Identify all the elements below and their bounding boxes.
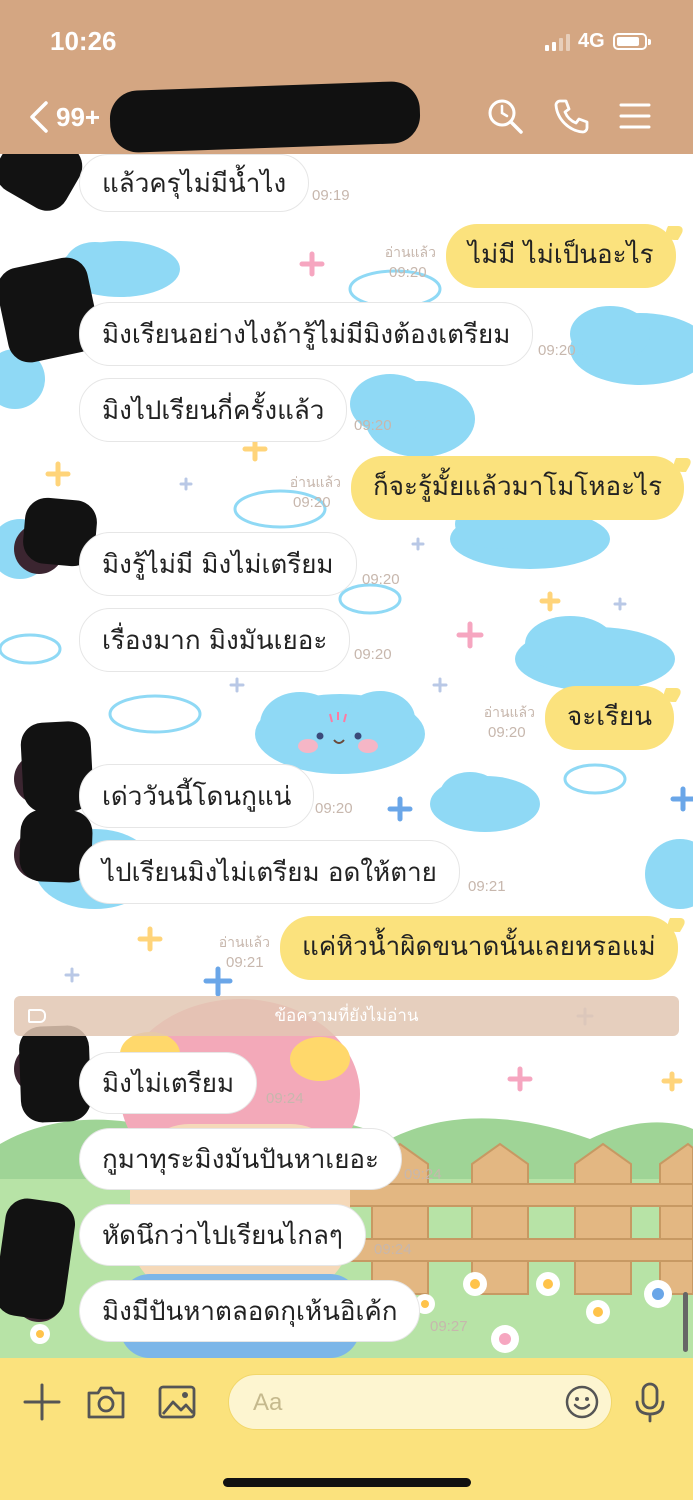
message-time: 09:20 (389, 264, 427, 281)
home-indicator (223, 1478, 471, 1487)
read-receipt: อ่านแล้ว (218, 935, 270, 951)
read-receipt: อ่านแล้ว (289, 475, 341, 491)
message-time: 09:20 (354, 417, 392, 434)
read-receipt: อ่านแล้ว (384, 245, 436, 261)
message-time: 09:24 (404, 1166, 442, 1183)
message-time: 09:19 (312, 187, 350, 204)
message-time: 09:24 (266, 1090, 304, 1107)
unread-divider: ข้อความที่ยังไม่อ่าน (14, 996, 679, 1036)
image-icon[interactable] (155, 1380, 199, 1424)
message-bubble-outgoing[interactable]: แค่หิวน้ำผิดขนาดนั้นเลยหรอแม่ (280, 916, 678, 980)
message-bubble-outgoing[interactable]: จะเรียน (545, 686, 675, 750)
chat-area[interactable]: แล้วครุไม่มีน้ำไง 09:19 ไม่มี ไม่เป็นอะไ… (0, 154, 693, 1358)
message-bubble-incoming[interactable]: เรื่องมาก มิงมันเยอะ (79, 608, 351, 672)
battery-icon (612, 33, 651, 50)
chat-header: 99+ (0, 80, 693, 154)
message-bubble-incoming[interactable]: มิงมีปันหาตลอดกุเห้นอิเค้ก (79, 1280, 421, 1342)
message-time: 09:27 (430, 1318, 468, 1335)
phone-icon[interactable] (552, 96, 592, 136)
plus-icon[interactable] (20, 1380, 64, 1424)
message-time: 09:20 (362, 571, 400, 588)
message-bubble-incoming[interactable]: มิงรู้ไม่มี มิงไม่เตรียม (79, 532, 357, 596)
message-bubble-incoming[interactable]: กูมาทุระมิงมันปันหาเยอะ (79, 1128, 403, 1190)
menu-icon[interactable] (615, 96, 655, 136)
message-input[interactable]: Aa (228, 1374, 612, 1430)
network-status: 4G (545, 30, 651, 53)
message-time: 09:20 (293, 494, 331, 511)
message-bubble-incoming[interactable]: ไปเรียนมิงไม่เตรียม อดให้ตาย (79, 840, 460, 904)
camera-icon[interactable] (84, 1380, 128, 1424)
search-icon[interactable] (485, 96, 525, 136)
message-input-placeholder: Aa (253, 1389, 283, 1416)
message-time: 09:20 (538, 342, 576, 359)
signal-icon (545, 33, 570, 51)
read-receipt: อ่านแล้ว (483, 705, 535, 721)
message-bubble-incoming[interactable]: มิงไม่เตรียม (79, 1052, 258, 1114)
status-time: 10:26 (50, 26, 117, 56)
redacted-chat-title (109, 80, 421, 154)
status-bar: 10:26 4G (0, 0, 693, 80)
chevron-left-icon (30, 101, 48, 133)
message-bubble-incoming[interactable]: มิงไปเรียนกี่ครั้งแล้ว (79, 378, 348, 442)
message-bubble-incoming[interactable]: เด่ววันนี้โดนกูแน่ (79, 764, 315, 828)
unread-divider-label: ข้อความที่ยังไม่อ่าน (274, 1006, 419, 1026)
message-time: 09:21 (226, 954, 264, 971)
network-type: 4G (578, 30, 605, 52)
message-bubble-incoming[interactable]: หัดนึกว่าไปเรียนไกลๆ (79, 1204, 366, 1266)
message-bubble-incoming[interactable]: มิงเรียนอย่างไงถ้ารู้ไม่มีมิงต้องเตรียม (79, 302, 534, 366)
message-time: 09:20 (354, 646, 392, 663)
message-bubble-incoming[interactable]: แล้วครุไม่มีน้ำไง (79, 154, 310, 212)
message-bubble-outgoing[interactable]: ก็จะรู้มั้ยแล้วมาโมโหอะไร (351, 456, 685, 520)
message-time: 09:21 (468, 878, 506, 895)
mic-icon[interactable] (628, 1380, 672, 1424)
input-bar: Aa (0, 1358, 693, 1500)
back-button[interactable]: 99+ (28, 100, 100, 134)
message-bubble-outgoing[interactable]: ไม่มี ไม่เป็นอะไร (446, 224, 676, 288)
message-time: 09:24 (374, 1241, 412, 1258)
tag-icon (28, 1009, 46, 1023)
scrollbar[interactable] (683, 1292, 688, 1352)
message-time: 09:20 (315, 800, 353, 817)
emoji-icon[interactable] (563, 1383, 601, 1421)
message-time: 09:20 (488, 724, 526, 741)
unread-count: 99+ (56, 101, 101, 132)
